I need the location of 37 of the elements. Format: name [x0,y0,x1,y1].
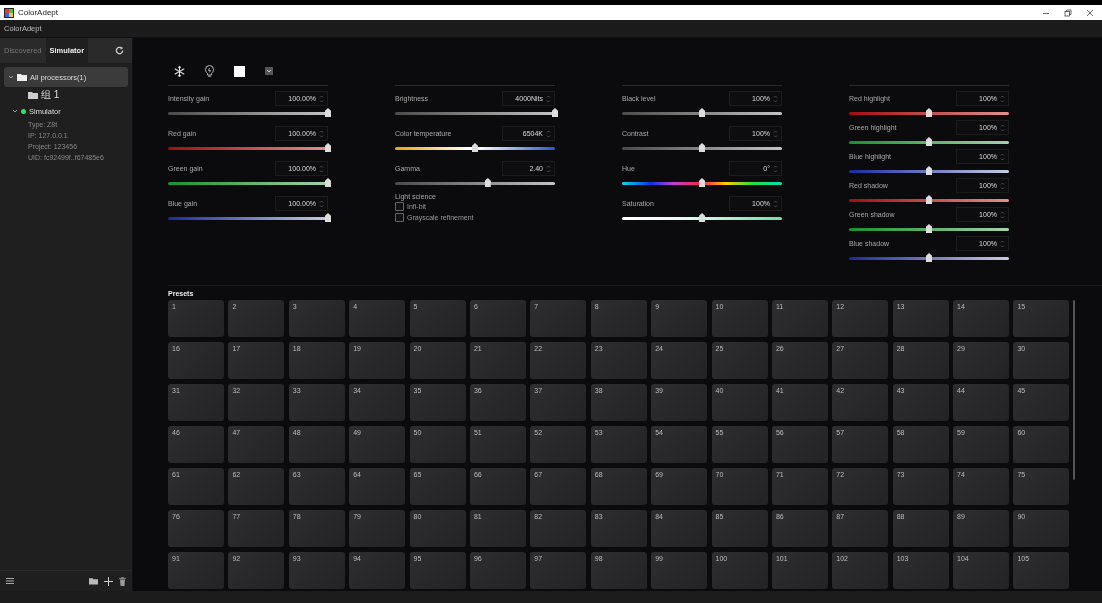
dropdown-icon[interactable] [265,67,273,75]
close-icon[interactable] [1086,8,1094,17]
trash-icon[interactable] [119,576,126,586]
color-swatch[interactable] [234,65,245,77]
add-icon[interactable] [104,576,113,586]
slider-thumb[interactable] [926,137,932,146]
checkbox[interactable] [395,202,404,211]
window-title: ColorAdept [18,8,59,17]
slider-thumb[interactable] [699,143,705,152]
scrollbar[interactable] [1073,300,1076,480]
slider-thumb[interactable] [926,253,932,262]
tree-item[interactable]: 组 1 [4,87,128,103]
chevron-icon[interactable] [8,74,14,80]
slider-thumb[interactable] [926,108,932,117]
slider-thumb[interactable] [926,195,932,204]
slider-thumb[interactable] [325,108,331,117]
slider-thumb[interactable] [472,143,478,152]
slider-thumb[interactable] [552,108,558,117]
slider-thumb[interactable] [325,178,331,187]
slider-thumb[interactable] [484,178,491,187]
slider-thumb[interactable] [325,213,331,222]
folder-icon[interactable] [89,577,98,585]
slider-thumb[interactable] [699,108,705,117]
slider-thumb[interactable] [699,213,705,222]
slider-thumb[interactable] [926,166,932,175]
snowflake-icon[interactable] [174,65,185,77]
slider-thumb[interactable] [325,143,331,152]
slider-thumb[interactable] [926,224,932,233]
slider-thumb[interactable] [699,178,705,187]
menu-icon[interactable] [6,577,14,585]
checkbox[interactable] [395,213,404,222]
chevron-icon[interactable] [12,108,18,114]
app-logo-icon [4,7,14,18]
refresh-icon[interactable] [114,46,124,55]
restore-icon[interactable] [1064,8,1072,17]
light-bulb-icon[interactable] [205,65,214,77]
tree-item-label: 组 1 [41,88,60,102]
